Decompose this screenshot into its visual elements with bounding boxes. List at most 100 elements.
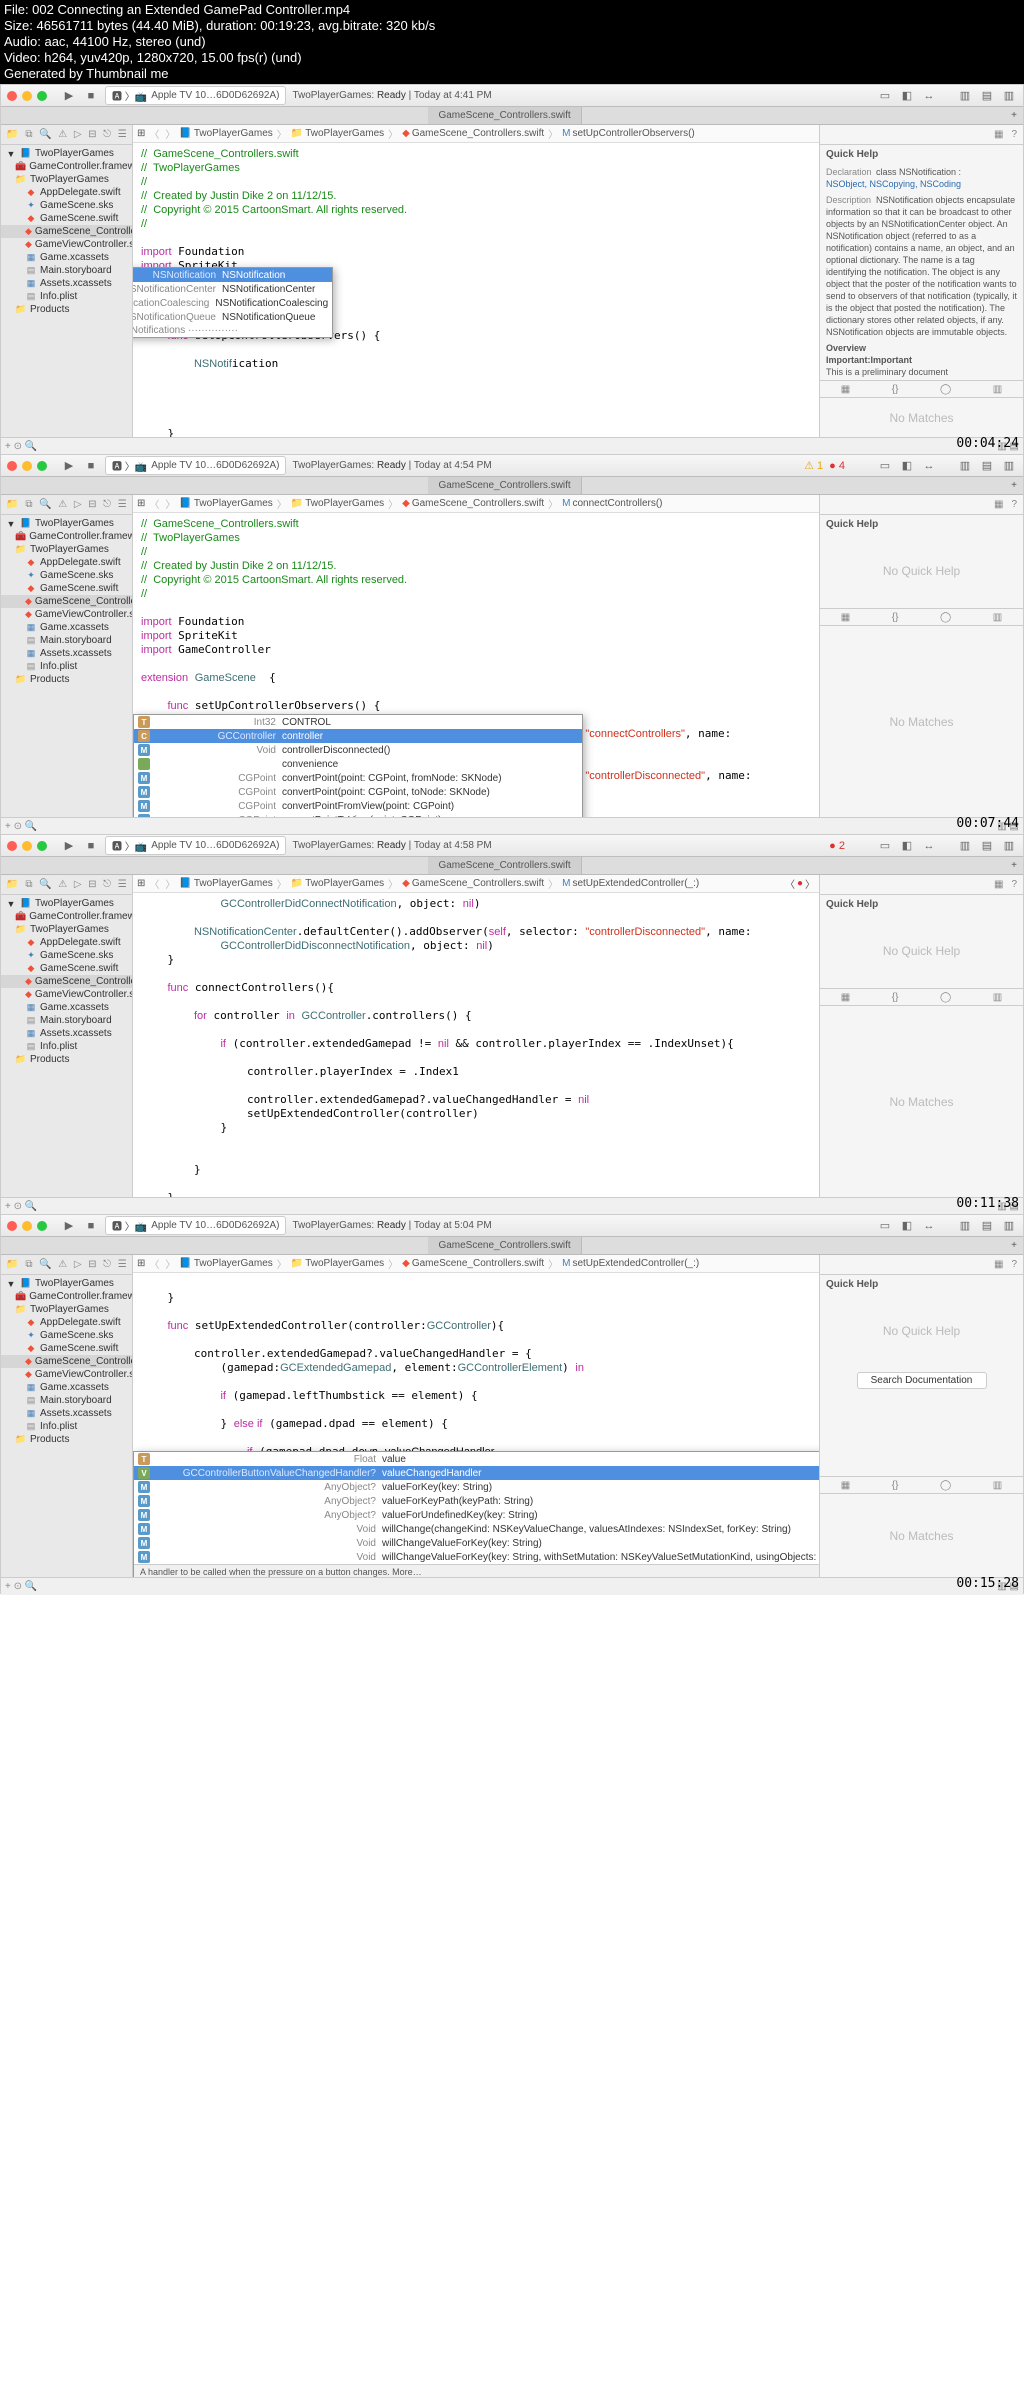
jump-bar-error-icon[interactable]: ●	[797, 878, 803, 889]
run-button[interactable]: ▶	[61, 1218, 77, 1234]
toggle-debug-icon[interactable]: ▤	[979, 88, 995, 104]
run-button[interactable]: ▶	[61, 838, 77, 854]
autocomplete-item[interactable]: MVoidcontrollerDisconnected()	[134, 743, 582, 757]
sidebar-item[interactable]: 📁TwoPlayerGames	[1, 173, 132, 186]
autocomplete-item[interactable]: CNSNotificationNSNotification	[133, 268, 332, 282]
sidebar-item[interactable]: ✦GameScene.sks	[1, 1329, 132, 1342]
sidebar-item[interactable]: 📁TwoPlayerGames	[1, 1303, 132, 1316]
sidebar-item[interactable]: ▦Assets.xcassets	[1, 647, 132, 660]
source-editor[interactable]: } func setUpExtendedController(controlle…	[133, 1273, 819, 1577]
sidebar-item[interactable]: ▤Main.storyboard	[1, 1014, 132, 1027]
project-root[interactable]: ▼📘TwoPlayerGames	[1, 147, 132, 160]
sidebar-item[interactable]: ▤Info.plist	[1, 1040, 132, 1053]
sidebar-item[interactable]: 📁Products	[1, 673, 132, 686]
sidebar-item[interactable]: ◆GameScene.swift	[1, 962, 132, 975]
autocomplete-item[interactable]: MVoidwillChange(changeKind: NSKeyValueCh…	[134, 1522, 819, 1536]
autocomplete-item[interactable]: TInt32CONTROL	[134, 715, 582, 729]
error-badge[interactable]: ● 2	[829, 840, 845, 852]
jump-bar[interactable]: ⊞〈〉 📘TwoPlayerGames〉 📁TwoPlayerGames〉 ◆G…	[133, 875, 819, 893]
sidebar-item[interactable]: ◆GameScene_Controllers.swift	[1, 595, 132, 608]
autocomplete-item[interactable]: SNSNotificationCoalescingNSNotificationC…	[133, 296, 332, 310]
library-selector[interactable]: ▦{}◯▥	[820, 380, 1023, 398]
scheme-selector[interactable]: 🅰 〉📺 Apple TV 10…6D0D62692A)	[105, 456, 286, 475]
sidebar-item[interactable]: 📁Products	[1, 303, 132, 316]
error-badge[interactable]: ● 4	[829, 460, 845, 472]
file-inspector-icon[interactable]: ▦	[994, 129, 1003, 140]
source-editor[interactable]: // GameScene_Controllers.swift // TwoPla…	[133, 143, 819, 437]
sidebar-item[interactable]: ▦Assets.xcassets	[1, 1407, 132, 1420]
project-root[interactable]: ▼📘TwoPlayerGames	[1, 517, 132, 530]
sidebar-item[interactable]: ◆GameScene_Controllers.swift	[1, 1355, 132, 1368]
autocomplete-popup[interactable]: CNSNotificationNSNotificationCNSNotifica…	[133, 267, 333, 338]
sidebar-item[interactable]: ▤Info.plist	[1, 660, 132, 673]
sidebar-item[interactable]: ▦Game.xcassets	[1, 621, 132, 634]
autocomplete-popup[interactable]: TInt32CONTROLCGCControllercontrollerMVoi…	[133, 714, 583, 817]
jump-bar-prev-issue-icon[interactable]: 〈	[785, 876, 795, 891]
jump-bar[interactable]: ⊞〈〉 📘TwoPlayerGames〉 📁TwoPlayerGames〉 ◆G…	[133, 125, 819, 143]
quickhelp-inspector-icon[interactable]: ?	[1011, 129, 1017, 140]
sidebar-item[interactable]: ▦Game.xcassets	[1, 1001, 132, 1014]
editor-assistant-icon[interactable]: ◧	[899, 88, 915, 104]
autocomplete-item[interactable]: MCGPointconvertPointFromView(point: CGPo…	[134, 799, 582, 813]
sidebar-item[interactable]: ▦Game.xcassets	[1, 251, 132, 264]
search-documentation-button[interactable]: Search Documentation	[857, 1372, 987, 1389]
sidebar-item[interactable]: 📁TwoPlayerGames	[1, 923, 132, 936]
sidebar-item[interactable]: ◆GameViewController.swift	[1, 608, 132, 621]
file-tab[interactable]: GameScene_Controllers.swift	[428, 107, 581, 124]
sidebar-item[interactable]: 📁TwoPlayerGames	[1, 543, 132, 556]
sidebar-item[interactable]: 🧰GameController.framework	[1, 1290, 132, 1303]
sidebar-item[interactable]: ▤Info.plist	[1, 1420, 132, 1433]
sidebar-item[interactable]: ◆GameScene.swift	[1, 582, 132, 595]
sidebar-item[interactable]: ✦GameScene.sks	[1, 569, 132, 582]
sidebar-item[interactable]: ▦Assets.xcassets	[1, 277, 132, 290]
sidebar-item[interactable]: ◆AppDelegate.swift	[1, 1316, 132, 1329]
jump-bar[interactable]: ⊞〈〉 📘TwoPlayerGames〉 📁TwoPlayerGames〉 ◆G…	[133, 495, 819, 513]
autocomplete-item[interactable]: MVoidwillChangeValueForKey(key: String, …	[134, 1550, 819, 1564]
editor-standard-icon[interactable]: ▭	[877, 88, 893, 104]
autocomplete-item[interactable]: CNSNotificationCenterNSNotificationCente…	[133, 282, 332, 296]
sidebar-item[interactable]: ▤Main.storyboard	[1, 1394, 132, 1407]
sidebar-item[interactable]: ▤Info.plist	[1, 290, 132, 303]
source-editor[interactable]: // GameScene_Controllers.swift // TwoPla…	[133, 513, 819, 817]
sidebar-item[interactable]: ◆GameScene_Controllers.swift	[1, 975, 132, 988]
autocomplete-item[interactable]: CNSNotificationQueueNSNotificationQueue	[133, 310, 332, 324]
autocomplete-item[interactable]: CGCControllercontroller	[134, 729, 582, 743]
sidebar-item[interactable]: 📁Products	[1, 1433, 132, 1446]
autocomplete-item[interactable]: MAnyObject?valueForKeyPath(keyPath: Stri…	[134, 1494, 819, 1508]
stop-button[interactable]: ■	[83, 88, 99, 104]
sidebar-item[interactable]: ▦Assets.xcassets	[1, 1027, 132, 1040]
project-root[interactable]: ▼📘TwoPlayerGames	[1, 897, 132, 910]
traffic-lights[interactable]	[7, 461, 47, 471]
source-editor[interactable]: GCControllerDidConnectNotification, obje…	[133, 893, 819, 1197]
sidebar-item[interactable]: ◆GameScene.swift	[1, 212, 132, 225]
sidebar-item[interactable]: ◆GameScene.swift	[1, 1342, 132, 1355]
sidebar-item[interactable]: ▤Main.storyboard	[1, 264, 132, 277]
sidebar-item[interactable]: ◆AppDelegate.swift	[1, 186, 132, 199]
sidebar-item[interactable]: ◆AppDelegate.swift	[1, 556, 132, 569]
autocomplete-item[interactable]: TFloatvalue	[134, 1452, 819, 1466]
sidebar-item[interactable]: 🧰GameController.framework	[1, 530, 132, 543]
add-tab-icon[interactable]: +	[1005, 110, 1023, 121]
sidebar-item[interactable]: ✦GameScene.sks	[1, 949, 132, 962]
autocomplete-item[interactable]: VGCControllerButtonValueChangedHandler?v…	[134, 1466, 819, 1480]
warning-badge[interactable]: ⚠ 1	[804, 459, 823, 472]
sidebar-item[interactable]: 🧰GameController.framework	[1, 160, 132, 173]
autocomplete-item[interactable]: MCGPointconvertPoint(point: CGPoint, toN…	[134, 785, 582, 799]
run-button[interactable]: ▶	[61, 88, 77, 104]
stop-button[interactable]: ■	[83, 838, 99, 854]
autocomplete-popup[interactable]: TFloatvalueVGCControllerButtonValueChang…	[133, 1451, 819, 1577]
navigator-filter-bar[interactable]: + ⊙ 🔍▥ ▤	[1, 437, 1023, 455]
autocomplete-item[interactable]: convenience	[134, 757, 582, 771]
scheme-selector[interactable]: 🅰 〉📺 Apple TV 10…6D0D62692A)	[105, 86, 286, 105]
stop-button[interactable]: ■	[83, 458, 99, 474]
sidebar-item[interactable]: ✦GameScene.sks	[1, 199, 132, 212]
editor-version-icon[interactable]: ↔	[921, 88, 937, 104]
jump-bar-next-issue-icon[interactable]: 〉	[805, 876, 815, 891]
toggle-inspector-icon[interactable]: ▥	[1001, 88, 1017, 104]
navigator-selector[interactable]: 📁⧉🔍⚠▷⊟⎋☰	[1, 125, 132, 145]
sidebar-item[interactable]: 🧰GameController.framework	[1, 910, 132, 923]
autocomplete-item[interactable]: MVoidwillChangeValueForKey(key: String)	[134, 1536, 819, 1550]
run-button[interactable]: ▶	[61, 458, 77, 474]
file-tab[interactable]: GameScene_Controllers.swift	[428, 477, 581, 494]
autocomplete-item[interactable]: MAnyObject?valueForUndefinedKey(key: Str…	[134, 1508, 819, 1522]
